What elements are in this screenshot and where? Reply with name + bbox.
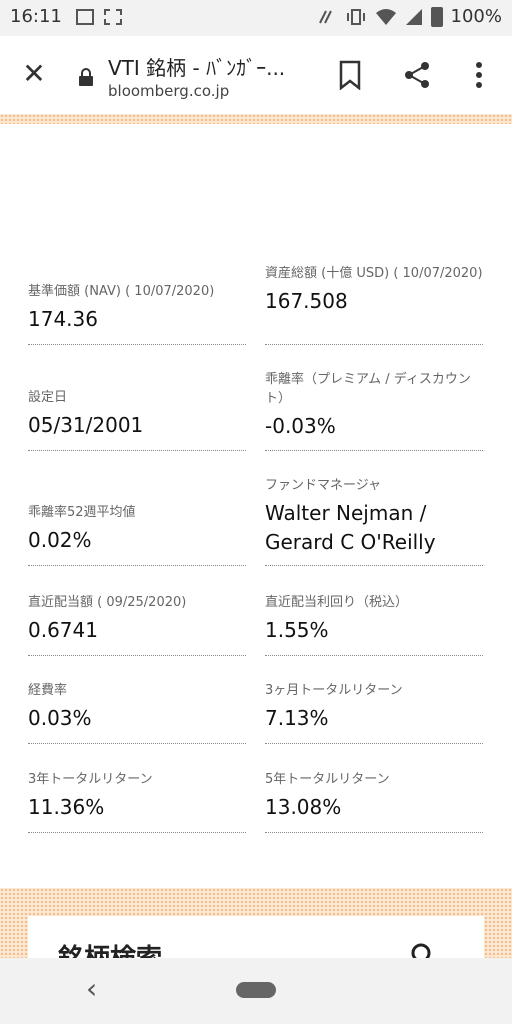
stat-label: 5年トータルリターン: [265, 772, 390, 787]
lock-icon: [79, 68, 93, 86]
stat-label: 3年トータルリターン: [28, 772, 153, 787]
page-url: bloomberg.co.jp: [108, 82, 230, 100]
stat-3month-return: 3ヶ月トータルリターン 7.13%: [265, 681, 483, 744]
stat-value: 0.02%: [28, 528, 92, 552]
stat-value: -0.03%: [265, 414, 336, 438]
more-options-icon[interactable]: [466, 60, 492, 90]
stat-label: 経費率: [28, 683, 68, 698]
stat-premium-52wk-avg: 乖離率52週平均値 0.02%: [28, 503, 246, 566]
stat-inception-date: 設定日 05/31/2001: [28, 388, 246, 451]
home-handle[interactable]: [236, 982, 276, 998]
share-icon[interactable]: [402, 60, 432, 90]
navigation-bar: ‹: [0, 958, 512, 1024]
stat-value: 7.13%: [265, 706, 329, 730]
stat-label: 資産総額 (十億 USD) ( 10/07/2020): [265, 266, 483, 281]
wifi-icon: [375, 8, 396, 25]
stat-3year-return: 3年トータルリターン 11.36%: [28, 770, 246, 833]
close-icon[interactable]: ✕: [18, 58, 50, 90]
stat-label: ファンドマネージャ: [265, 478, 382, 493]
stat-value: Walter Nejman / Gerard C O'Reilly: [265, 501, 436, 554]
stat-value: 0.6741: [28, 618, 98, 642]
signal-icon: [405, 8, 422, 25]
stat-value: 13.08%: [265, 795, 342, 819]
system-indicators: 100%: [317, 6, 502, 27]
stat-label: 乖離率52週平均値: [28, 505, 136, 520]
stat-label: 乖離率（プレミアム / ディスカウント）: [265, 372, 471, 406]
status-time: 16:11: [10, 6, 62, 27]
stat-value: 167.508: [265, 289, 348, 313]
stat-dividend-yield: 直近配当利回り（税込） 1.55%: [265, 593, 483, 656]
bookmark-icon[interactable]: [336, 60, 364, 90]
stat-5year-return: 5年トータルリターン 13.08%: [265, 770, 483, 833]
stat-nav: 基準価額 (NAV) ( 10/07/2020) 174.36: [28, 282, 246, 345]
stat-value: 11.36%: [28, 795, 105, 819]
stat-value: 05/31/2001: [28, 413, 144, 437]
page-title: VTI 銘柄 - ﾊﾞﾝｶﾞｰ...: [108, 56, 286, 80]
stat-label: 設定日: [28, 390, 68, 405]
stat-value: 0.03%: [28, 706, 92, 730]
calendar-icon: [76, 9, 94, 25]
stat-label: 直近配当利回り（税込）: [265, 595, 409, 610]
nfc-icon: [318, 10, 332, 23]
battery-icon: [430, 6, 443, 27]
app-notification-icon: [104, 9, 122, 25]
stat-expense-ratio: 経費率 0.03%: [28, 681, 246, 744]
stat-fund-manager: ファンドマネージャ Walter Nejman / Gerard C O'Rei…: [265, 476, 483, 566]
stat-premium-discount: 乖離率（プレミアム / ディスカウント） -0.03%: [265, 370, 483, 451]
stat-label: 基準価額 (NAV) ( 10/07/2020): [28, 284, 215, 299]
decorative-band-top: [0, 114, 512, 124]
stat-label: 直近配当額 ( 09/25/2020): [28, 595, 187, 610]
back-icon[interactable]: ‹: [86, 972, 97, 1005]
stat-total-assets: 資産総額 (十億 USD) ( 10/07/2020) 167.508: [265, 264, 483, 345]
stat-value: 174.36: [28, 307, 98, 331]
stat-label: 3ヶ月トータルリターン: [265, 683, 403, 698]
vibrate-icon: [346, 8, 365, 25]
browser-toolbar: ✕ VTI 銘柄 - ﾊﾞﾝｶﾞｰ... bloomberg.co.jp: [0, 36, 512, 114]
status-bar: 16:11 100%: [0, 0, 512, 36]
stat-value: 1.55%: [265, 618, 329, 642]
battery-level: 100%: [450, 6, 502, 27]
notification-icons: [76, 9, 122, 25]
stat-last-dividend: 直近配当額 ( 09/25/2020) 0.6741: [28, 593, 246, 656]
